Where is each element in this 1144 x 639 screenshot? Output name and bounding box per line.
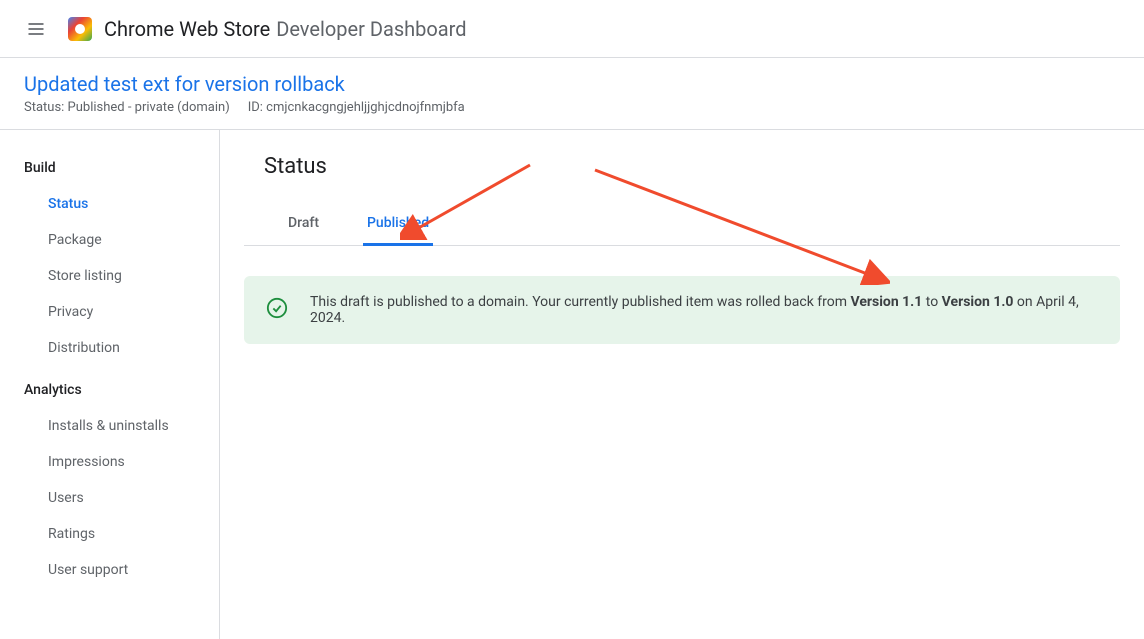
tab-draft[interactable]: Draft bbox=[284, 203, 323, 246]
sub-header: Updated test ext for version rollback St… bbox=[0, 58, 1144, 130]
banner-text: This draft is published to a domain. You… bbox=[310, 294, 1098, 326]
sidebar-item-distribution[interactable]: Distribution bbox=[0, 330, 219, 366]
status-label: Status: Published - private (domain) bbox=[24, 100, 230, 115]
sidebar-item-status[interactable]: Status bbox=[0, 186, 219, 222]
banner-text-prefix: This draft is published to a domain. You… bbox=[310, 294, 850, 310]
id-label: ID: cmjcnkacgngjehljjghjcdnojfnmjbfa bbox=[248, 100, 465, 115]
sidebar-item-installs[interactable]: Installs & uninstalls bbox=[0, 408, 219, 444]
header-title: Chrome Web Store bbox=[104, 17, 270, 41]
tab-published[interactable]: Published bbox=[363, 203, 433, 246]
banner-version-to: Version 1.0 bbox=[942, 294, 1014, 310]
header-subtitle: Developer Dashboard bbox=[276, 17, 466, 41]
check-circle-icon bbox=[266, 297, 288, 323]
sidebar-item-user-support[interactable]: User support bbox=[0, 552, 219, 588]
top-header: Chrome Web Store Developer Dashboard bbox=[0, 0, 1144, 58]
nav-group-analytics: Analytics Installs & uninstalls Impressi… bbox=[0, 376, 219, 588]
banner-text-mid: to bbox=[922, 294, 941, 310]
status-banner: This draft is published to a domain. You… bbox=[244, 276, 1120, 344]
sidebar-item-store-listing[interactable]: Store listing bbox=[0, 258, 219, 294]
nav-group-build: Build Status Package Store listing Priva… bbox=[0, 154, 219, 366]
sidebar-item-ratings[interactable]: Ratings bbox=[0, 516, 219, 552]
sidebar-item-users[interactable]: Users bbox=[0, 480, 219, 516]
sidebar-item-privacy[interactable]: Privacy bbox=[0, 294, 219, 330]
tabs: Draft Published bbox=[244, 203, 1120, 246]
page-heading: Status bbox=[264, 154, 1120, 179]
nav-group-title-analytics: Analytics bbox=[0, 376, 219, 408]
sidebar-item-package[interactable]: Package bbox=[0, 222, 219, 258]
banner-version-from: Version 1.1 bbox=[850, 294, 922, 310]
item-title-link[interactable]: Updated test ext for version rollback bbox=[24, 72, 1120, 96]
chrome-web-store-logo-icon bbox=[68, 17, 92, 41]
item-meta: Status: Published - private (domain) ID:… bbox=[24, 100, 1120, 115]
menu-icon bbox=[26, 19, 46, 39]
hamburger-menu-button[interactable] bbox=[24, 17, 48, 41]
sidebar: Build Status Package Store listing Priva… bbox=[0, 130, 220, 639]
sidebar-item-impressions[interactable]: Impressions bbox=[0, 444, 219, 480]
main-content: Status Draft Published This draft is pub… bbox=[220, 130, 1144, 639]
nav-group-title-build: Build bbox=[0, 154, 219, 186]
